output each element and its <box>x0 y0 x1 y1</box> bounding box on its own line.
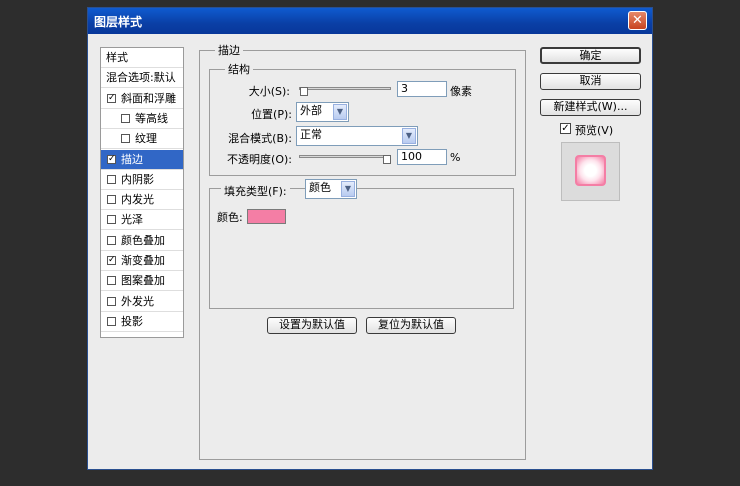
style-checkbox[interactable] <box>121 134 130 144</box>
chevron-down-icon[interactable]: ▼ <box>341 181 355 197</box>
style-list-item[interactable]: ✓ 描边 <box>101 149 183 170</box>
blend-mode-label: 混合模式(B): <box>228 132 292 145</box>
style-checkbox[interactable]: ✓ <box>107 256 116 265</box>
style-list-item-label: 颜色叠加 <box>121 233 165 247</box>
style-list-item-label: 图案叠加 <box>121 274 165 288</box>
style-list-item-label: 投影 <box>121 314 143 328</box>
style-list-item-label: 样式 <box>106 51 128 64</box>
style-list-item[interactable]: 投影 <box>101 312 183 332</box>
style-list-item[interactable]: 纹理 <box>101 129 183 150</box>
style-list-item-label: 描边 <box>121 152 143 166</box>
structure-title: 结构 <box>225 61 253 77</box>
style-checkbox[interactable] <box>121 113 130 123</box>
style-checkbox[interactable] <box>107 195 116 205</box>
style-list: 样式混合选项:默认 ✓ 斜面和浮雕等高线纹理 ✓ 描边内阴影内发光光泽颜色叠加 ✓ 渐变叠加… <box>100 47 184 338</box>
opacity-label: 不透明度(O): <box>227 153 292 166</box>
style-list-item[interactable]: 光泽 <box>101 210 183 231</box>
style-checkbox[interactable] <box>107 276 116 286</box>
opacity-slider-thumb[interactable] <box>383 155 391 164</box>
size-slider-thumb[interactable] <box>299 87 308 96</box>
cancel-button[interactable]: 取消 <box>540 73 641 90</box>
size-input[interactable]: 3 <box>397 81 447 97</box>
fill-type-select-value: 颜色 <box>309 181 331 194</box>
style-list-item-label: 斜面和浮雕 <box>121 91 176 105</box>
stroke-section-title: 描边 <box>215 42 243 58</box>
chevron-down-icon[interactable]: ▼ <box>402 128 416 144</box>
layer-style-dialog: 图层样式 ✕ 样式 混合选项:默认 ✓ 斜面和浮雕 等高线 纹理 ✓ 描边 内阴影 内发光 光泽 颜色… <box>87 7 653 470</box>
set-default-button[interactable]: 设置为默认值 <box>267 317 357 334</box>
style-list-item[interactable]: 外发光 <box>101 292 183 312</box>
style-checkbox[interactable] <box>107 215 116 225</box>
preview-label: 预览(V) <box>575 124 614 137</box>
style-list-item[interactable]: 内阴影 <box>101 170 183 190</box>
style-list-item[interactable]: ✓ 斜面和浮雕 <box>101 89 183 109</box>
size-unit: 像素 <box>450 85 472 98</box>
opacity-slider-track[interactable] <box>299 155 391 158</box>
style-checkbox[interactable]: ✓ <box>107 154 116 164</box>
style-list-item[interactable]: 混合选项:默认 <box>101 68 183 89</box>
position-select-value: 外部 <box>300 104 322 117</box>
color-label: 颜色: <box>217 211 243 224</box>
preview-thumbnail <box>561 142 620 201</box>
style-list-item-label: 内阴影 <box>121 172 154 186</box>
fill-group <box>209 188 514 309</box>
style-list-item-label: 外发光 <box>121 294 154 308</box>
style-list-item[interactable]: 内发光 <box>101 190 183 211</box>
reset-default-button[interactable]: 复位为默认值 <box>366 317 456 334</box>
style-list-item[interactable]: 等高线 <box>101 109 183 129</box>
preview-checkbox[interactable]: ✓ <box>560 123 571 134</box>
check-icon: ✓ <box>561 123 570 134</box>
style-list-item-label: 纹理 <box>135 132 157 146</box>
style-list-item-label: 渐变叠加 <box>121 254 165 267</box>
blend-mode-select-value: 正常 <box>300 128 322 141</box>
style-list-item[interactable]: 颜色叠加 <box>101 231 183 251</box>
style-checkbox[interactable] <box>107 235 116 245</box>
ok-button[interactable]: 确定 <box>540 47 641 64</box>
style-list-item[interactable]: 样式 <box>101 48 183 68</box>
color-swatch[interactable] <box>247 209 286 224</box>
close-icon[interactable]: ✕ <box>628 11 647 30</box>
style-checkbox[interactable] <box>107 316 116 326</box>
style-list-item-label: 等高线 <box>135 111 168 125</box>
opacity-input[interactable]: 100 <box>397 149 447 165</box>
style-checkbox[interactable]: ✓ <box>107 93 116 103</box>
style-checkbox[interactable] <box>107 296 116 306</box>
blend-mode-select[interactable]: 正常 ▼ <box>296 126 418 146</box>
fill-type-label: 填充类型(F): <box>221 183 290 199</box>
style-list-item-label: 光泽 <box>121 213 143 227</box>
dialog-title: 图层样式 <box>94 15 143 29</box>
size-slider-track[interactable] <box>299 87 391 90</box>
new-style-button[interactable]: 新建样式(W)... <box>540 99 641 116</box>
style-list-item-label: 内发光 <box>121 193 154 207</box>
chevron-down-icon[interactable]: ▼ <box>333 104 347 120</box>
size-label: 大小(S): <box>248 85 290 98</box>
fill-type-select[interactable]: 颜色 ▼ <box>305 179 357 199</box>
style-list-item[interactable]: ✓ 渐变叠加 <box>101 251 183 271</box>
style-checkbox[interactable] <box>107 174 116 184</box>
title-bar[interactable]: 图层样式 ✕ <box>88 8 652 34</box>
preview-square <box>575 155 606 186</box>
opacity-unit: % <box>450 151 461 164</box>
position-label: 位置(P): <box>251 108 292 121</box>
style-list-item[interactable]: 图案叠加 <box>101 271 183 292</box>
position-select[interactable]: 外部 ▼ <box>296 102 349 122</box>
style-list-item-label: 混合选项:默认 <box>106 71 176 85</box>
